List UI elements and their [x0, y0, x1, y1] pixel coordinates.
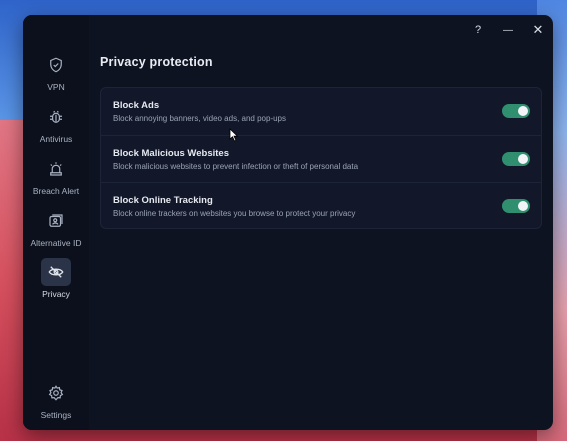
setting-description: Block online trackers on websites you br…	[113, 209, 356, 218]
block-ads-toggle[interactable]	[502, 104, 530, 118]
app-window: VPN Antivirus Breach Alert Alternative I…	[23, 15, 553, 430]
setting-row-block-malicious-websites: Block Malicious Websites Block malicious…	[101, 135, 541, 182]
sidebar-item-antivirus[interactable]: Antivirus	[23, 103, 89, 144]
sidebar-item-vpn[interactable]: VPN	[23, 51, 89, 92]
sidebar-item-label: Antivirus	[39, 134, 73, 144]
main-content: Privacy protection Block Ads Block annoy…	[89, 15, 553, 430]
id-card-icon	[41, 207, 71, 235]
sidebar-item-label: Alternative ID	[30, 238, 82, 248]
eye-slash-icon	[41, 258, 71, 286]
setting-row-block-online-tracking: Block Online Tracking Block online track…	[101, 182, 541, 229]
sidebar: VPN Antivirus Breach Alert Alternative I…	[23, 15, 89, 430]
sidebar-item-label: Breach Alert	[32, 186, 80, 196]
sidebar-item-settings[interactable]: Settings	[23, 379, 89, 420]
setting-description: Block annoying banners, video ads, and p…	[113, 114, 287, 123]
bug-icon	[41, 103, 71, 131]
toggle-knob	[518, 154, 528, 164]
setting-title: Block Ads	[113, 100, 160, 111]
block-malicious-websites-toggle[interactable]	[502, 152, 530, 166]
page-title: Privacy protection	[100, 55, 213, 69]
sidebar-item-label: Settings	[40, 410, 72, 420]
setting-row-block-ads: Block Ads Block annoying banners, video …	[101, 88, 541, 135]
setting-title: Block Online Tracking	[113, 195, 213, 206]
gear-icon	[41, 379, 71, 407]
toggle-knob	[518, 201, 528, 211]
sidebar-item-alternative-id[interactable]: Alternative ID	[23, 207, 89, 248]
toggle-knob	[518, 106, 528, 116]
sidebar-item-privacy[interactable]: Privacy	[23, 258, 89, 299]
alarm-icon	[41, 155, 71, 183]
setting-title: Block Malicious Websites	[113, 148, 229, 159]
shield-icon	[41, 51, 71, 79]
sidebar-item-label: Privacy	[42, 289, 70, 299]
privacy-settings-card: Block Ads Block annoying banners, video …	[100, 87, 542, 229]
sidebar-item-breach-alert[interactable]: Breach Alert	[23, 155, 89, 196]
mouse-cursor-icon	[229, 128, 239, 142]
setting-description: Block malicious websites to prevent infe…	[113, 162, 359, 171]
block-online-tracking-toggle[interactable]	[502, 199, 530, 213]
sidebar-item-label: VPN	[47, 82, 65, 92]
